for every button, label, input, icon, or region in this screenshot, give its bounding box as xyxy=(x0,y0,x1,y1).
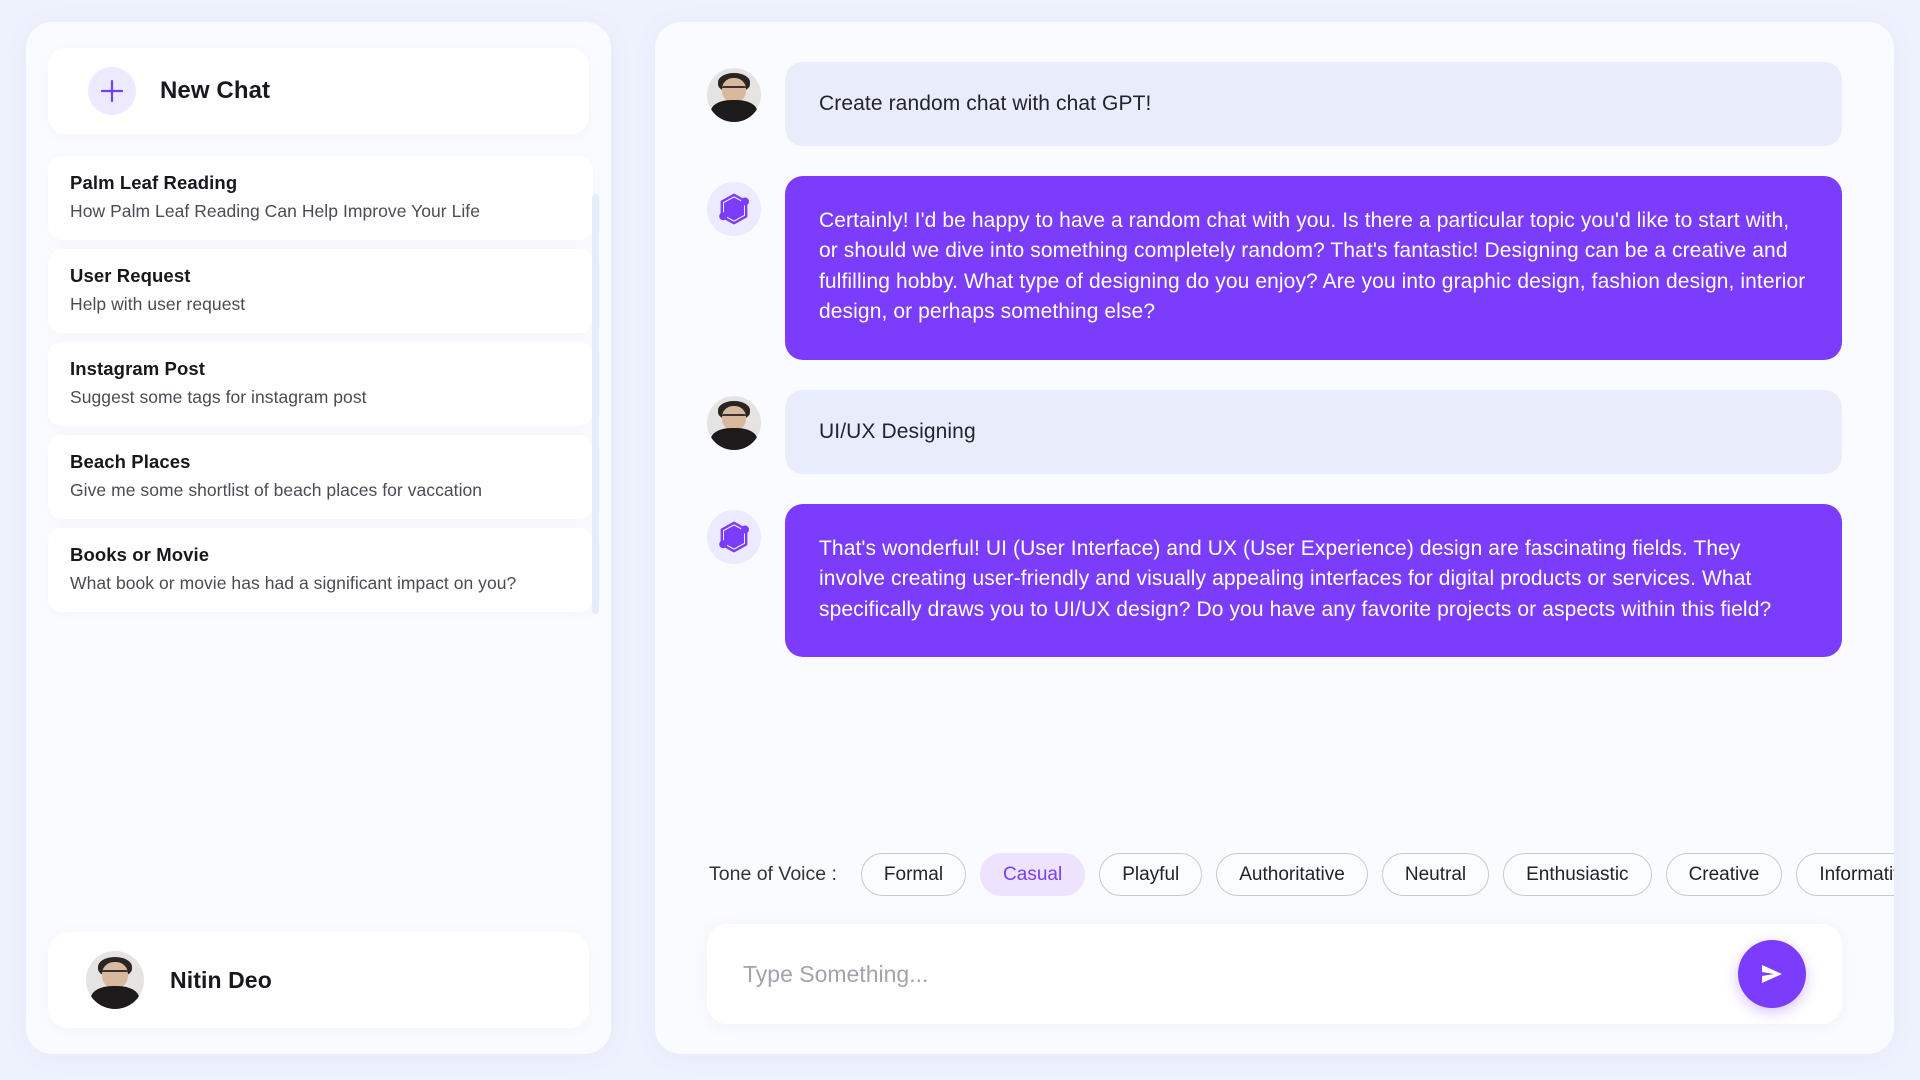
message-input[interactable] xyxy=(743,960,1720,988)
chat-spacer xyxy=(707,657,1842,853)
user-profile-name: Nitin Deo xyxy=(170,966,272,993)
list-item[interactable]: User Request Help with user request xyxy=(48,249,593,333)
chat-item-subtitle: Give me some shortlist of beach places f… xyxy=(70,480,483,500)
tone-chip-creative[interactable]: Creative xyxy=(1665,853,1783,896)
chat-item-title: Beach Places xyxy=(70,451,191,472)
send-button[interactable] xyxy=(1738,940,1806,1008)
chat-item-title: Palm Leaf Reading xyxy=(70,172,238,193)
chat-item-title: Instagram Post xyxy=(70,358,206,379)
message-row-user: Create random chat with chat GPT! xyxy=(707,62,1842,146)
chat-item-subtitle: Suggest some tags for instagram post xyxy=(70,387,367,407)
chat-panel: Create random chat with chat GPT! Certai… xyxy=(655,22,1894,1054)
plus-icon xyxy=(88,67,136,115)
message-bubble-user: UI/UX Designing xyxy=(785,389,1842,474)
message-row-user: UI/UX Designing xyxy=(707,389,1842,474)
new-chat-label: New Chat xyxy=(160,77,271,104)
avatar xyxy=(707,395,761,450)
chat-item-title: User Request xyxy=(70,265,191,286)
message-row-bot: That's wonderful! UI (User Interface) an… xyxy=(707,503,1842,658)
user-profile[interactable]: Nitin Deo xyxy=(48,932,589,1028)
list-item[interactable]: Beach Places Give me some shortlist of b… xyxy=(48,435,593,519)
chat-item-subtitle: How Palm Leaf Reading Can Help Improve Y… xyxy=(70,201,480,221)
chat-item-subtitle: What book or movie has had a significant… xyxy=(70,573,517,593)
sidebar-scrollbar[interactable] xyxy=(592,194,599,614)
message-row-bot: Certainly! I'd be happy to have a random… xyxy=(707,176,1842,360)
message-bubble-user: Create random chat with chat GPT! xyxy=(785,62,1842,146)
chat-app: New Chat Palm Leaf Reading How Palm Leaf… xyxy=(0,0,1920,1080)
send-icon xyxy=(1762,965,1782,983)
list-item[interactable]: Books or Movie What book or movie has ha… xyxy=(48,528,593,612)
tone-of-voice-label: Tone of Voice : xyxy=(709,863,837,885)
tone-chip-enthusiastic[interactable]: Enthusiastic xyxy=(1503,853,1652,896)
tone-chip-authoritative[interactable]: Authoritative xyxy=(1216,853,1368,896)
tone-chip-playful[interactable]: Playful xyxy=(1099,853,1203,896)
list-item[interactable]: Instagram Post Suggest some tags for ins… xyxy=(48,342,593,426)
composer xyxy=(707,924,1842,1024)
avatar xyxy=(707,68,761,122)
avatar xyxy=(86,951,144,1009)
message-list: Create random chat with chat GPT! Certai… xyxy=(707,62,1842,658)
bot-hexagon-icon xyxy=(707,182,761,236)
list-item[interactable]: Palm Leaf Reading How Palm Leaf Reading … xyxy=(48,156,593,240)
message-bubble-bot: That's wonderful! UI (User Interface) an… xyxy=(785,503,1842,658)
tone-chip-casual[interactable]: Casual xyxy=(980,853,1086,896)
chat-item-title: Books or Movie xyxy=(70,544,210,565)
tone-chip-neutral[interactable]: Neutral xyxy=(1381,853,1490,896)
chat-item-subtitle: Help with user request xyxy=(70,294,246,314)
chat-history-list: Palm Leaf Reading How Palm Leaf Reading … xyxy=(26,156,611,612)
tone-of-voice-row: Tone of Voice : Formal Casual Playful Au… xyxy=(707,853,1894,896)
new-chat-button[interactable]: New Chat xyxy=(48,48,589,134)
sidebar: New Chat Palm Leaf Reading How Palm Leaf… xyxy=(26,22,611,1054)
tone-chip-informative[interactable]: Informative xyxy=(1796,853,1894,896)
message-bubble-bot: Certainly! I'd be happy to have a random… xyxy=(785,176,1842,360)
tone-chip-formal[interactable]: Formal xyxy=(860,853,967,896)
bot-hexagon-icon xyxy=(707,509,761,564)
